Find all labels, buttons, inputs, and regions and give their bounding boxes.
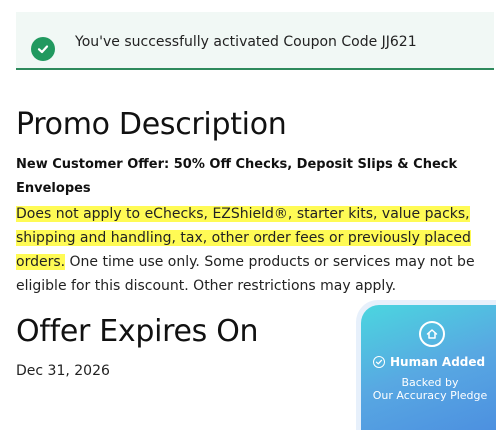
- check-circle-icon: [31, 37, 55, 61]
- badge-subtitle-line1: Backed by: [401, 376, 459, 389]
- offer-heading: New Customer Offer: 50% Off Checks, Depo…: [16, 157, 458, 196]
- additional-terms: One time use only. Some products or serv…: [16, 254, 475, 294]
- promo-terms: Does not apply to eChecks, EZShield®, st…: [16, 202, 490, 298]
- badge-subtitle-line2: Our Accuracy Pledge: [372, 389, 488, 402]
- badge-subtitle: Backed by Our Accuracy Pledge: [361, 376, 496, 402]
- success-alert: You've successfully activated Coupon Cod…: [16, 12, 494, 70]
- promo-description-heading: Promo Description: [16, 107, 287, 142]
- shield-home-icon: [419, 321, 445, 347]
- badge-panel: Human Added Backed by Our Accuracy Pledg…: [361, 305, 496, 430]
- offer-expires-heading: Offer Expires On: [16, 314, 259, 349]
- check-circle-icon: [373, 356, 385, 368]
- expiry-date: Dec 31, 2026: [16, 363, 110, 379]
- badge-title-row: Human Added: [373, 355, 485, 369]
- alert-message: You've successfully activated Coupon Cod…: [75, 34, 417, 50]
- badge-title: Human Added: [390, 355, 486, 369]
- human-added-badge[interactable]: Human Added Backed by Our Accuracy Pledg…: [356, 300, 496, 430]
